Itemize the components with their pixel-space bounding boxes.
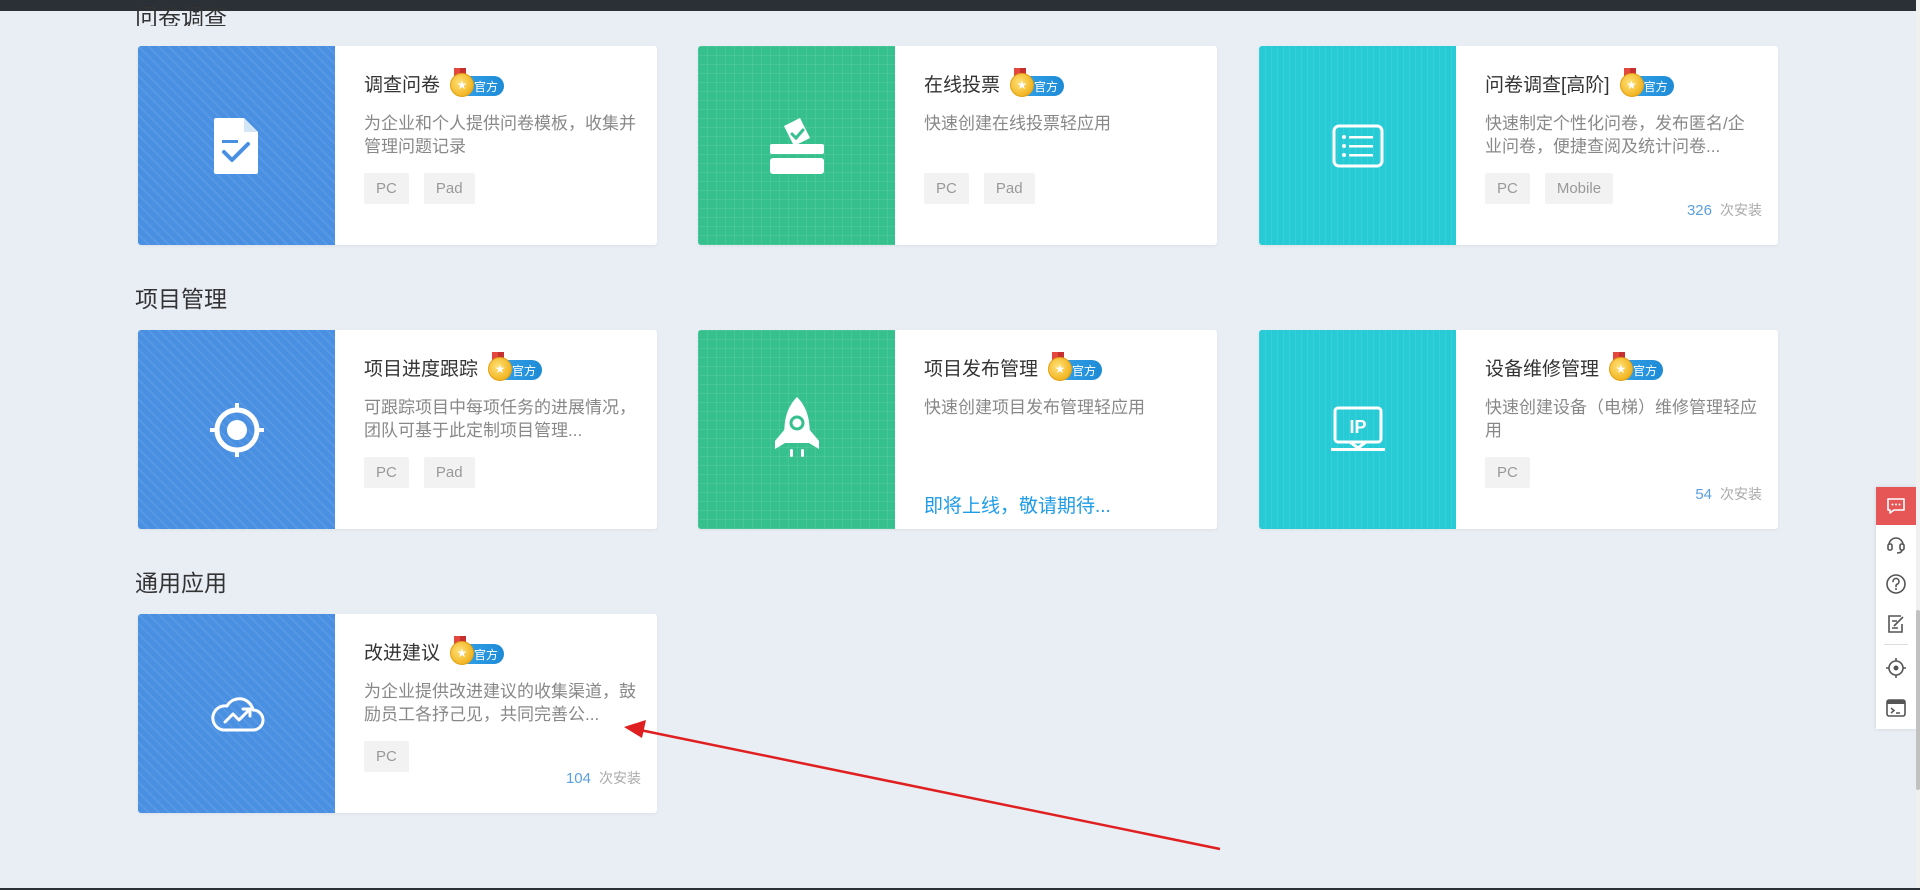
official-badge: ★ 官方 — [1619, 68, 1674, 97]
medal-icon: ★ — [450, 73, 475, 97]
app-description: 快速创建设备（电梯）维修管理轻应用 — [1485, 398, 1757, 440]
help-button[interactable] — [1876, 565, 1916, 603]
app-description: 快速创建项目发布管理轻应用 — [924, 398, 1145, 417]
scrollbar-thumb[interactable] — [1916, 610, 1920, 790]
official-badge: ★ 官方 — [1609, 352, 1664, 381]
app-card-project-release[interactable]: 项目发布管理 ★ 官方 快速创建项目发布管理轻应用 即将上线，敬请期待... — [698, 330, 1217, 529]
medal-icon: ★ — [1619, 73, 1644, 97]
platform-tag: PC — [364, 457, 409, 488]
app-card-advanced-survey[interactable]: 问卷调查[高阶] ★ 官方 快速制定个性化问卷，发布匿名/企业问卷，便捷查阅及统计… — [1259, 46, 1778, 245]
locate-icon — [1886, 658, 1906, 678]
medal-icon: ★ — [1609, 357, 1634, 381]
platform-tag: PC — [364, 741, 409, 772]
medal-icon: ★ — [450, 641, 475, 665]
app-title: 问卷调查[高阶] — [1485, 75, 1610, 96]
app-title: 项目进度跟踪 — [364, 359, 479, 380]
app-card-online-vote[interactable]: 在线投票 ★ 官方 快速创建在线投票轻应用 PC Pad — [698, 46, 1217, 245]
section-title-project: 项目管理 — [135, 286, 227, 312]
app-title: 设备维修管理 — [1485, 359, 1600, 380]
platform-tag: PC — [924, 173, 969, 204]
help-icon — [1886, 574, 1906, 594]
card-thumbnail — [1259, 46, 1456, 245]
card-thumbnail — [698, 46, 895, 245]
official-badge: ★ 官方 — [488, 352, 543, 381]
platform-tag: Pad — [423, 173, 475, 204]
floating-toolbar — [1876, 487, 1916, 729]
install-count: 326 次安装 — [1686, 202, 1762, 219]
feedback-button[interactable] — [1876, 605, 1916, 643]
target-icon — [209, 402, 264, 457]
official-badge: ★ 官方 — [450, 636, 505, 665]
app-description: 为企业和个人提供问卷模板，收集并管理问题记录 — [364, 114, 636, 156]
official-badge: ★ 官方 — [1048, 352, 1103, 381]
platform-tag: PC — [364, 173, 409, 204]
card-thumbnail — [138, 330, 335, 529]
app-title: 项目发布管理 — [924, 359, 1039, 380]
app-card-equipment-repair[interactable]: IP 设备维修管理 ★ 官方 快速创建设备（电梯）维修管理轻应用 PC 54 次安装 — [1259, 330, 1778, 529]
app-description: 可跟踪项目中每项任务的进展情况，团队可基于此定制项目管理... — [364, 398, 636, 440]
platform-tag: Pad — [983, 173, 1035, 204]
app-description: 快速制定个性化问卷，发布匿名/企业问卷，便捷查阅及统计问卷... — [1485, 114, 1745, 156]
app-title: 调查问卷 — [364, 75, 441, 96]
card-thumbnail — [698, 330, 895, 529]
ballot-box-icon — [769, 117, 824, 174]
section-title-survey: 问卷调查 — [135, 4, 227, 26]
medal-icon: ★ — [1048, 357, 1073, 381]
card-thumbnail: IP — [1259, 330, 1456, 529]
coming-soon-text: 即将上线，敬请期待... — [924, 496, 1111, 517]
platform-tag: Pad — [423, 457, 475, 488]
sidebar-divider — [1884, 644, 1908, 645]
terminal-icon — [1886, 699, 1906, 717]
card-thumbnail — [138, 614, 335, 813]
survey-document-icon — [213, 117, 258, 174]
message-button[interactable] — [1876, 487, 1916, 525]
svg-text:IP: IP — [1349, 417, 1366, 437]
edit-note-icon — [1888, 615, 1904, 633]
install-count: 54 次安装 — [1695, 486, 1762, 503]
app-card-project-progress[interactable]: 项目进度跟踪 ★ 官方 可跟踪项目中每项任务的进展情况，团队可基于此定制项目管理.… — [138, 330, 657, 529]
official-badge: ★ 官方 — [1010, 68, 1065, 97]
list-icon — [1332, 124, 1383, 167]
top-bar — [0, 0, 1920, 11]
message-icon — [1887, 498, 1905, 514]
support-button[interactable] — [1876, 525, 1916, 563]
ip-monitor-icon: IP — [1330, 406, 1385, 451]
app-title: 改进建议 — [364, 643, 441, 664]
cloud-trend-icon — [210, 696, 264, 731]
console-button[interactable] — [1876, 689, 1916, 727]
medal-icon: ★ — [1010, 73, 1035, 97]
medal-icon: ★ — [488, 357, 513, 381]
section-title-general: 通用应用 — [135, 570, 227, 596]
official-badge: ★ 官方 — [450, 68, 505, 97]
app-title: 在线投票 — [924, 75, 1001, 96]
platform-tag: PC — [1485, 457, 1530, 488]
app-description: 为企业提供改进建议的收集渠道，鼓励员工各抒己见，共同完善公... — [364, 682, 636, 724]
locate-button[interactable] — [1876, 649, 1916, 687]
platform-tag: PC — [1485, 173, 1530, 204]
card-thumbnail — [138, 46, 335, 245]
app-card-survey[interactable]: 调查问卷 ★ 官方 为企业和个人提供问卷模板，收集并管理问题记录 PC Pad — [138, 46, 657, 245]
app-description: 快速创建在线投票轻应用 — [924, 114, 1111, 133]
rocket-icon — [774, 396, 819, 457]
install-count: 104 次安装 — [565, 770, 641, 787]
platform-tag: Mobile — [1544, 173, 1614, 204]
app-card-improvement-suggestion[interactable]: 改进建议 ★ 官方 为企业提供改进建议的收集渠道，鼓励员工各抒己见，共同完善公..… — [138, 614, 657, 813]
headset-icon — [1887, 537, 1905, 554]
